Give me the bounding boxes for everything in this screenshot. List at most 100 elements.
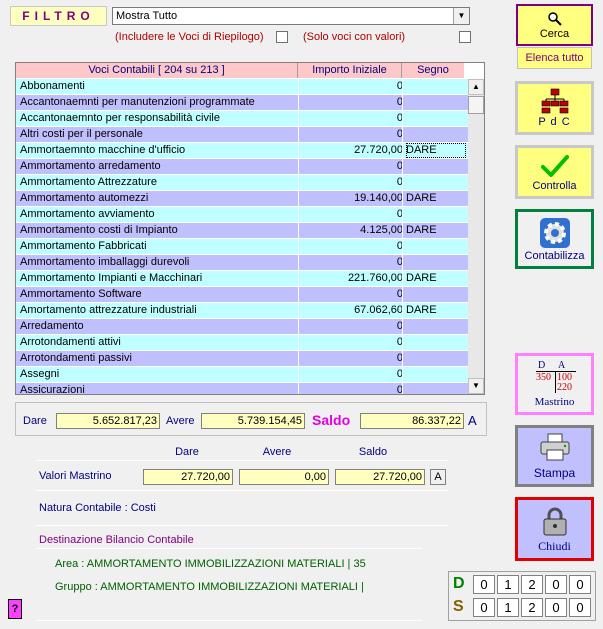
amount-cell[interactable]: 0 bbox=[299, 383, 403, 394]
account-name-cell[interactable]: Assicurazioni bbox=[20, 383, 296, 394]
account-name-cell[interactable]: Ammortamento Fabbricati bbox=[20, 239, 296, 254]
sign-cell[interactable]: DARE bbox=[406, 223, 466, 238]
amount-cell[interactable]: 0 bbox=[299, 175, 403, 190]
controlla-button[interactable]: Controlla bbox=[515, 145, 594, 199]
sign-cell[interactable] bbox=[406, 127, 466, 142]
amount-cell[interactable]: 0 bbox=[299, 367, 403, 382]
scroll-up-icon[interactable]: ▲ bbox=[468, 79, 484, 95]
amount-cell[interactable]: 0 bbox=[299, 95, 403, 110]
vertical-scrollbar[interactable]: ▲ ▼ bbox=[468, 79, 484, 394]
only-values-label: (Solo voci con valori) bbox=[303, 31, 406, 43]
account-name-cell[interactable]: Ammortamento costi di Impianto bbox=[20, 223, 296, 238]
chiudi-label: Chiudi bbox=[538, 539, 571, 553]
sign-cell[interactable] bbox=[406, 175, 466, 190]
account-name-cell[interactable]: Ammortamento Software bbox=[20, 287, 296, 302]
amount-cell[interactable]: 19.140,00 bbox=[299, 191, 403, 206]
record-counters: D 01200 S 01200 bbox=[448, 571, 596, 621]
sign-cell[interactable] bbox=[406, 351, 466, 366]
amount-cell[interactable]: 0 bbox=[299, 239, 403, 254]
counter-digit: 0 bbox=[473, 575, 495, 594]
amount-cell[interactable]: 0 bbox=[299, 79, 403, 94]
sign-cell[interactable] bbox=[406, 207, 466, 222]
account-name-cell[interactable]: Ammortamento arredamento bbox=[20, 159, 296, 174]
sign-cell[interactable] bbox=[406, 367, 466, 382]
account-name-cell[interactable]: Ammortaemnto macchine d'ufficio bbox=[20, 143, 296, 158]
sign-cell[interactable] bbox=[406, 239, 466, 254]
include-summary-checkbox[interactable] bbox=[276, 31, 288, 43]
account-name-cell[interactable]: Altri costi per il personale bbox=[20, 127, 296, 142]
only-values-checkbox[interactable] bbox=[459, 31, 471, 43]
checkmark-icon bbox=[540, 155, 569, 177]
divider bbox=[36, 548, 422, 549]
scroll-down-icon[interactable]: ▼ bbox=[468, 378, 484, 394]
amount-cell[interactable]: 221.760,00 bbox=[299, 271, 403, 286]
account-name-cell[interactable]: Arredamento bbox=[20, 319, 296, 334]
sign-cell[interactable] bbox=[406, 111, 466, 126]
elenca-tutto-button[interactable]: Elenca tutto bbox=[517, 47, 592, 69]
account-name-cell[interactable]: Arrotondamenti passivi bbox=[20, 351, 296, 366]
sign-cell[interactable]: DARE bbox=[406, 303, 466, 318]
amount-cell[interactable]: 0 bbox=[299, 287, 403, 302]
header-voci-contabili[interactable]: Voci Contabili [ 204 su 213 ] bbox=[16, 63, 298, 78]
sign-cell[interactable]: DARE bbox=[406, 143, 466, 158]
controlla-label: Controlla bbox=[532, 180, 577, 192]
stampa-button[interactable]: Stampa bbox=[515, 425, 594, 487]
chiudi-button[interactable]: Chiudi bbox=[515, 497, 594, 561]
account-name-cell[interactable]: Abbonamenti bbox=[20, 79, 296, 94]
header-importo-iniziale[interactable]: Importo Iniziale bbox=[298, 63, 402, 78]
scroll-thumb[interactable] bbox=[468, 96, 484, 114]
account-name-cell[interactable]: Ammortamento avviamento bbox=[20, 207, 296, 222]
gruppo-text: Gruppo : AMMORTAMENTO IMMOBILIZZAZIONI M… bbox=[55, 581, 364, 593]
account-name-cell[interactable]: Amortamento attrezzature industriali bbox=[20, 303, 296, 318]
sign-cell[interactable] bbox=[406, 319, 466, 334]
sign-cell[interactable] bbox=[406, 335, 466, 350]
divider bbox=[36, 490, 448, 491]
column-divider bbox=[402, 79, 403, 394]
account-name-cell[interactable]: Assegni bbox=[20, 367, 296, 382]
mastrino-button[interactable]: D A 350 100 220 Mastrino bbox=[515, 353, 594, 415]
account-name-cell[interactable]: Ammortamento Impianti e Macchinari bbox=[20, 271, 296, 286]
cerca-label: Cerca bbox=[539, 28, 570, 40]
account-name-cell[interactable]: Arrotondamenti attivi bbox=[20, 335, 296, 350]
counter-digit: 0 bbox=[473, 598, 495, 617]
contabilizza-button[interactable]: Contabilizza bbox=[515, 209, 594, 269]
area-text: Area : AMMORTAMENTO IMMOBILIZZAZIONI MAT… bbox=[55, 558, 366, 570]
account-name-cell[interactable]: Accantonaemnto per responsabilità civile bbox=[20, 111, 296, 126]
account-name-cell[interactable]: Accantonaemnti per manutenzioni programm… bbox=[20, 95, 296, 110]
account-name-cell[interactable]: Ammortamento Attrezzature bbox=[20, 175, 296, 190]
totals-saldo-label: Saldo bbox=[312, 412, 351, 428]
sign-cell[interactable]: DARE bbox=[406, 271, 466, 286]
account-name-cell[interactable]: Ammortamento imballaggi durevoli bbox=[20, 255, 296, 270]
mastrino-label: Valori Mastrino bbox=[39, 470, 112, 482]
mastrino-dare-value: 27.720,00 bbox=[143, 469, 233, 485]
amount-cell[interactable]: 0 bbox=[299, 207, 403, 222]
sign-cell[interactable] bbox=[406, 255, 466, 270]
sign-cell[interactable] bbox=[406, 79, 466, 94]
amount-cell[interactable]: 4.125,00 bbox=[299, 223, 403, 238]
amount-cell[interactable]: 0 bbox=[299, 159, 403, 174]
amount-cell[interactable]: 0 bbox=[299, 127, 403, 142]
amount-cell[interactable]: 67.062,60 bbox=[299, 303, 403, 318]
amount-cell[interactable]: 0 bbox=[299, 111, 403, 126]
cerca-button[interactable]: Cerca bbox=[516, 4, 593, 46]
sign-cell[interactable] bbox=[406, 383, 466, 394]
amount-cell[interactable]: 0 bbox=[299, 319, 403, 334]
sign-cell[interactable] bbox=[406, 95, 466, 110]
totals-dare-value: 5.652.817,23 bbox=[56, 413, 160, 429]
amount-cell[interactable]: 27.720,00 bbox=[299, 143, 403, 158]
account-name-cell[interactable]: Ammortamento automezzi bbox=[20, 191, 296, 206]
sign-cell[interactable] bbox=[406, 287, 466, 302]
printer-icon bbox=[540, 433, 569, 461]
amount-cell[interactable]: 0 bbox=[299, 351, 403, 366]
chevron-down-icon[interactable]: ▼ bbox=[453, 8, 469, 24]
header-segno[interactable]: Segno bbox=[402, 63, 464, 78]
filter-dropdown[interactable]: Mostra Tutto ▼ bbox=[112, 7, 470, 25]
amount-cell[interactable]: 0 bbox=[299, 335, 403, 350]
gear-icon bbox=[539, 218, 570, 248]
sign-cell[interactable]: DARE bbox=[406, 191, 466, 206]
pdc-button[interactable]: P d C bbox=[515, 81, 594, 135]
help-button[interactable]: ? bbox=[8, 599, 22, 619]
amount-cell[interactable]: 0 bbox=[299, 255, 403, 270]
filter-selected-value: Mostra Tutto bbox=[116, 10, 178, 22]
sign-cell[interactable] bbox=[406, 159, 466, 174]
